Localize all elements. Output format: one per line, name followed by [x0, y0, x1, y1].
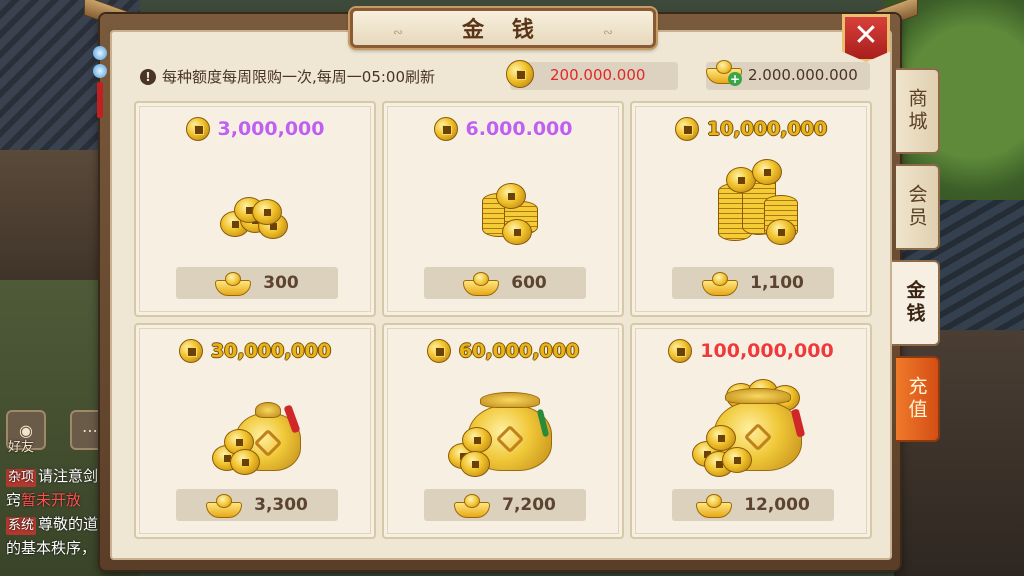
item-amount: 100,000,000: [700, 340, 834, 362]
money-bag-image: [448, 385, 558, 477]
gold-coin-icon: [426, 339, 451, 363]
gold-ingot-icon: [454, 494, 491, 518]
gold-ingot-icon: [702, 272, 739, 296]
gold-ingot-icon: [215, 272, 252, 296]
chat-log: 杂项 请注意剑 窍暂未开放 系统 尊敬的道 的基本秩序，: [6, 464, 110, 560]
buy-button[interactable]: 1,100: [672, 267, 834, 299]
item-cost: 12,000: [744, 495, 810, 515]
panel-ornament: [92, 46, 108, 146]
coin-stacks-image: [448, 163, 558, 253]
buy-button[interactable]: 3,300: [176, 489, 338, 521]
ingot-balance-amount: 2.000.000.000: [748, 66, 858, 84]
chat-line: 杂项 请注意剑: [6, 464, 110, 488]
gold-coin-icon: [668, 339, 693, 363]
cloud-swirl-icon: ∾: [393, 25, 404, 39]
item-amount-row: 60,000,000: [384, 339, 622, 363]
chat-warning-text: 暂未开放: [21, 491, 82, 509]
item-cost: 600: [511, 273, 547, 293]
shop-item-card[interactable]: 6.000.000 600: [382, 101, 624, 317]
tab-vip[interactable]: 会员: [896, 164, 940, 250]
chat-line: 的基本秩序，: [6, 536, 110, 560]
tassel-icon: [97, 82, 103, 118]
coin-balance-amount: 200.000.000: [550, 66, 646, 84]
item-cost: 1,100: [750, 273, 804, 293]
gold-ingot-icon: [206, 494, 243, 518]
chat-line: 系统 尊敬的道: [6, 512, 110, 536]
buy-button[interactable]: 12,000: [672, 489, 834, 521]
tab-money[interactable]: 金钱: [892, 260, 940, 346]
buy-button[interactable]: 300: [176, 267, 338, 299]
chat-tag-system: 系统: [6, 517, 37, 535]
page-title: 金 钱: [462, 18, 544, 43]
shop-grid: 3,000,000 300 6.000.000 600 10,000,000 1…: [134, 101, 872, 541]
gold-coin-icon: [506, 60, 534, 88]
shop-item-card[interactable]: 60,000,000 7,200: [382, 323, 624, 539]
friends-label: 好友: [8, 440, 35, 455]
buy-button[interactable]: 7,200: [424, 489, 586, 521]
chat-text: 尊敬的道: [38, 515, 99, 533]
gold-coin-icon: [178, 339, 203, 363]
item-cost: 3,300: [254, 495, 308, 515]
chat-tag-misc: 杂项: [6, 469, 37, 487]
buy-button[interactable]: 600: [424, 267, 586, 299]
ingot-balance[interactable]: + 2.000.000.000: [706, 60, 870, 90]
cloud-swirl-icon: ∾: [602, 25, 613, 39]
title-plaque: ∾ 金 钱 ∾: [350, 8, 656, 48]
shop-item-card[interactable]: 10,000,000 1,100: [630, 101, 872, 317]
scene-wall-left: [0, 150, 110, 290]
close-icon: ✕: [853, 17, 879, 53]
item-amount: 6.000.000: [465, 118, 573, 140]
chat-text: 请注意剑: [38, 467, 99, 485]
item-amount-row: 30,000,000: [136, 339, 374, 363]
shop-item-card[interactable]: 100,000,000 12,000: [630, 323, 872, 539]
item-amount: 10,000,000: [706, 118, 828, 140]
tab-shop[interactable]: 商城: [896, 68, 940, 154]
chat-bubble-icon: ⋯: [82, 420, 98, 440]
gold-ingot-icon: [463, 272, 500, 296]
coin-balance: 200.000.000: [506, 60, 678, 90]
jade-bead-icon: [93, 64, 107, 78]
item-cost: 7,200: [502, 495, 556, 515]
small-coin-pile-image: [200, 163, 310, 253]
tab-recharge[interactable]: 充值: [896, 356, 940, 442]
plus-icon: +: [728, 72, 742, 86]
chat-line: 窍暂未开放: [6, 488, 110, 512]
info-icon: !: [140, 68, 156, 85]
small-money-bag-image: [200, 385, 310, 475]
gold-coin-icon: [674, 117, 699, 141]
item-amount-row: 6.000.000: [384, 117, 622, 141]
gold-coin-icon: [433, 117, 458, 141]
shop-item-card[interactable]: 3,000,000 300: [134, 101, 376, 317]
notice-text: 每种额度每周限购一次,每周一05:00刷新: [162, 68, 435, 86]
item-amount: 3,000,000: [217, 118, 325, 140]
item-amount-row: 3,000,000: [136, 117, 374, 141]
item-amount-row: 10,000,000: [632, 117, 870, 141]
chat-text: 窍: [6, 491, 22, 509]
item-amount: 60,000,000: [458, 340, 580, 362]
gold-ingot-icon: [696, 494, 733, 518]
gold-coin-icon: [185, 117, 210, 141]
tall-coin-stacks-image: [696, 159, 806, 253]
item-amount: 30,000,000: [210, 340, 332, 362]
jade-bead-icon: [93, 46, 107, 60]
purchase-notice: ! 每种额度每周限购一次,每周一05:00刷新: [140, 66, 435, 87]
shop-item-card[interactable]: 30,000,000 3,300: [134, 323, 376, 539]
item-cost: 300: [263, 273, 299, 293]
chat-text: 的基本秩序，: [6, 539, 97, 557]
large-money-bag-image: [692, 379, 806, 477]
ingot-with-plus: +: [706, 60, 742, 86]
item-amount-row: 100,000,000: [632, 339, 870, 363]
